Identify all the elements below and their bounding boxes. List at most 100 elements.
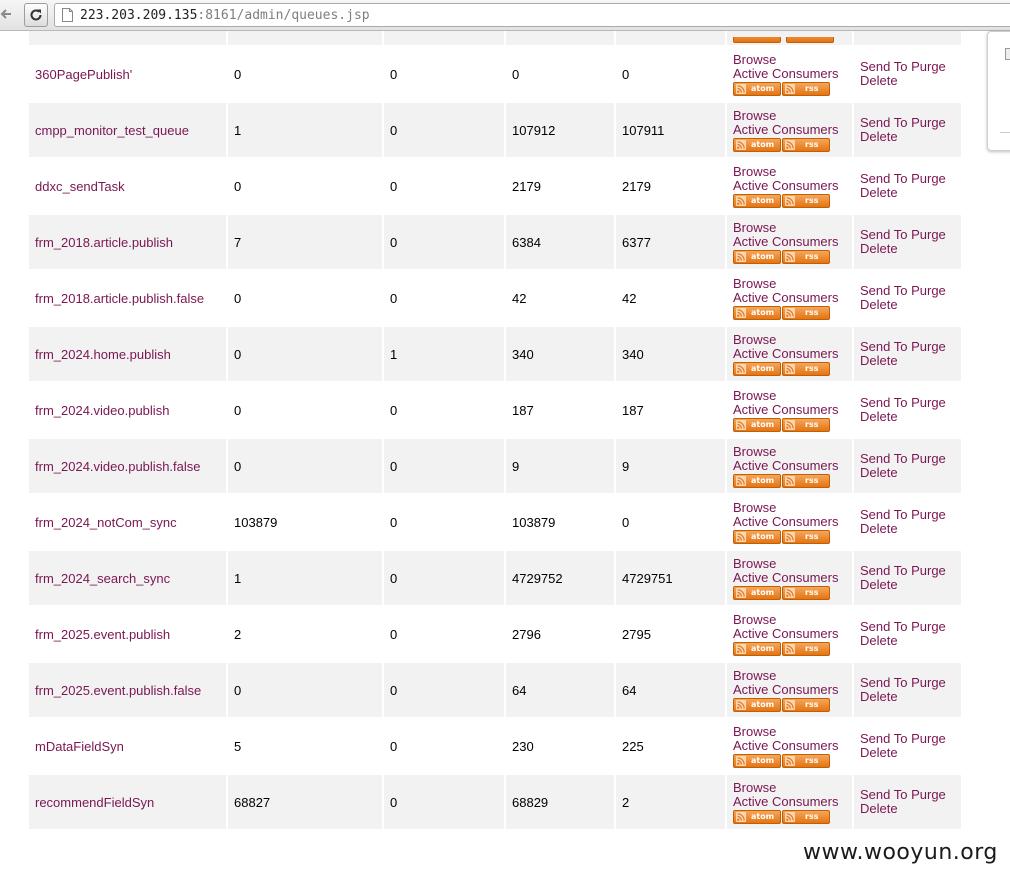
atom-feed-button[interactable]: atom [733, 137, 781, 152]
rss-feed-button[interactable]: rss [782, 697, 830, 712]
queue-name-link[interactable]: frm_2025.event.publish.false [35, 683, 201, 698]
delete-link[interactable]: Delete [860, 186, 955, 200]
rss-feed-button[interactable]: rss [782, 417, 830, 432]
atom-feed-button[interactable]: atom [733, 305, 781, 320]
browse-link[interactable]: Browse [733, 612, 846, 627]
atom-feed-button[interactable]: atom [733, 193, 781, 208]
delete-link[interactable]: Delete [860, 354, 955, 368]
send-to-link[interactable]: Send To [860, 171, 907, 186]
rss-feed-button[interactable]: rss [782, 529, 830, 544]
browse-link[interactable]: Browse [733, 668, 846, 683]
atom-feed-button[interactable]: atom [733, 529, 781, 544]
active-consumers-link[interactable]: Active Consumers [733, 794, 846, 809]
rss-feed-button[interactable]: rss [782, 137, 830, 152]
delete-link[interactable]: Delete [860, 242, 955, 256]
send-to-link[interactable]: Send To [860, 507, 907, 522]
back-arrow-icon[interactable] [0, 7, 14, 23]
active-consumers-link[interactable]: Active Consumers [733, 402, 846, 417]
purge-link[interactable]: Purge [911, 787, 946, 802]
queue-name-link[interactable]: frm_2025.event.publish [35, 627, 170, 642]
send-to-link[interactable]: Send To [860, 227, 907, 242]
queue-name-link[interactable]: frm_2018.article.publish.false [35, 291, 204, 306]
queue-name-link[interactable]: frm_2024.home.publish [35, 347, 171, 362]
rss-feed-button[interactable]: rss [782, 249, 830, 264]
browse-link[interactable]: Browse [733, 724, 846, 739]
atom-feed-button[interactable]: atom [733, 81, 781, 96]
send-to-link[interactable]: Send To [860, 787, 907, 802]
rss-feed-button[interactable]: rss [782, 81, 830, 96]
atom-feed-button[interactable] [733, 37, 781, 43]
send-to-link[interactable]: Send To [860, 619, 907, 634]
queue-name-link[interactable]: frm_2018.article.publish [35, 235, 173, 250]
delete-link[interactable]: Delete [860, 522, 955, 536]
send-to-link[interactable]: Send To [860, 283, 907, 298]
purge-link[interactable]: Purge [911, 115, 946, 130]
delete-link[interactable]: Delete [860, 634, 955, 648]
rss-feed-button[interactable]: rss [782, 753, 830, 768]
reload-button[interactable] [24, 3, 48, 27]
purge-link[interactable]: Purge [911, 675, 946, 690]
rss-feed-button[interactable]: rss [782, 361, 830, 376]
rss-feed-button[interactable]: rss [782, 809, 830, 824]
browse-link[interactable]: Browse [733, 780, 846, 795]
send-to-link[interactable]: Send To [860, 731, 907, 746]
atom-feed-button[interactable]: atom [733, 361, 781, 376]
send-to-link[interactable]: Send To [860, 59, 907, 74]
queue-name-link[interactable]: frm_2024.video.publish [35, 403, 169, 418]
atom-feed-button[interactable]: atom [733, 753, 781, 768]
delete-link[interactable]: Delete [860, 74, 955, 88]
send-to-link[interactable]: Send To [860, 675, 907, 690]
active-consumers-link[interactable]: Active Consumers [733, 738, 846, 753]
active-consumers-link[interactable]: Active Consumers [733, 122, 846, 137]
delete-link[interactable]: Delete [860, 578, 955, 592]
purge-link[interactable]: Purge [911, 395, 946, 410]
browse-link[interactable]: Browse [733, 220, 846, 235]
browse-link[interactable]: Browse [733, 388, 846, 403]
send-to-link[interactable]: Send To [860, 395, 907, 410]
purge-link[interactable]: Purge [911, 619, 946, 634]
purge-link[interactable]: Purge [911, 59, 946, 74]
queue-name-link[interactable]: frm_2024_search_sync [35, 571, 170, 586]
queue-name-link[interactable]: frm_2024.video.publish.false [35, 459, 201, 474]
rss-feed-button[interactable]: rss [782, 585, 830, 600]
active-consumers-link[interactable]: Active Consumers [733, 290, 846, 305]
atom-feed-button[interactable]: atom [733, 641, 781, 656]
queue-name-link[interactable]: mDataFieldSyn [35, 739, 124, 754]
delete-link[interactable]: Delete [860, 410, 955, 424]
purge-link[interactable]: Purge [911, 283, 946, 298]
atom-feed-button[interactable]: atom [733, 249, 781, 264]
atom-feed-button[interactable]: atom [733, 585, 781, 600]
delete-link[interactable]: Delete [860, 746, 955, 760]
atom-feed-button[interactable]: atom [733, 417, 781, 432]
send-to-link[interactable]: Send To [860, 115, 907, 130]
atom-feed-button[interactable]: atom [733, 697, 781, 712]
active-consumers-link[interactable]: Active Consumers [733, 234, 846, 249]
rss-feed-button[interactable]: rss [782, 641, 830, 656]
browse-link[interactable]: Browse [733, 276, 846, 291]
rss-feed-button[interactable]: rss [782, 193, 830, 208]
active-consumers-link[interactable]: Active Consumers [733, 66, 846, 81]
active-consumers-link[interactable]: Active Consumers [733, 178, 846, 193]
atom-feed-button[interactable]: atom [733, 473, 781, 488]
queue-name-link[interactable]: frm_2024_notCom_sync [35, 515, 177, 530]
queue-name-link[interactable]: ddxc_sendTask [35, 179, 125, 194]
delete-link[interactable]: Delete [860, 690, 955, 704]
browse-link[interactable]: Browse [733, 500, 846, 515]
active-consumers-link[interactable]: Active Consumers [733, 346, 846, 361]
send-to-link[interactable]: Send To [860, 563, 907, 578]
atom-feed-button[interactable]: atom [733, 809, 781, 824]
purge-link[interactable]: Purge [911, 507, 946, 522]
purge-link[interactable]: Purge [911, 451, 946, 466]
browse-link[interactable]: Browse [733, 108, 846, 123]
delete-link[interactable]: Delete [860, 298, 955, 312]
delete-link[interactable]: Delete [860, 802, 955, 816]
queue-name-link[interactable]: 360PagePublish' [35, 67, 132, 82]
rss-feed-button[interactable]: rss [782, 473, 830, 488]
browse-link[interactable]: Browse [733, 164, 846, 179]
rss-feed-button[interactable] [785, 37, 834, 43]
purge-link[interactable]: Purge [911, 731, 946, 746]
delete-link[interactable]: Delete [860, 130, 955, 144]
purge-link[interactable]: Purge [911, 563, 946, 578]
active-consumers-link[interactable]: Active Consumers [733, 626, 846, 641]
send-to-link[interactable]: Send To [860, 451, 907, 466]
